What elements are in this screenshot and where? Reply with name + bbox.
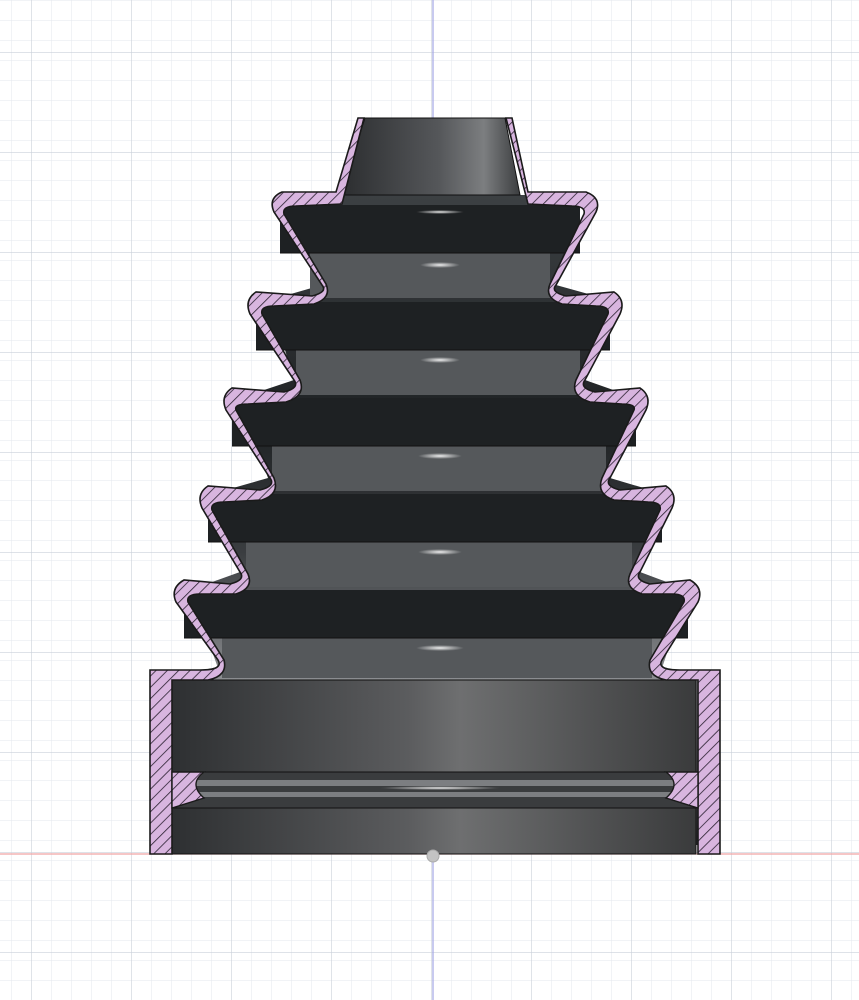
canvas[interactable] (0, 0, 859, 1000)
lower-barrel (171, 679, 697, 855)
cad-viewport[interactable] (0, 0, 859, 1000)
origin-point-icon[interactable] (426, 849, 440, 863)
neck-interior (339, 117, 521, 196)
